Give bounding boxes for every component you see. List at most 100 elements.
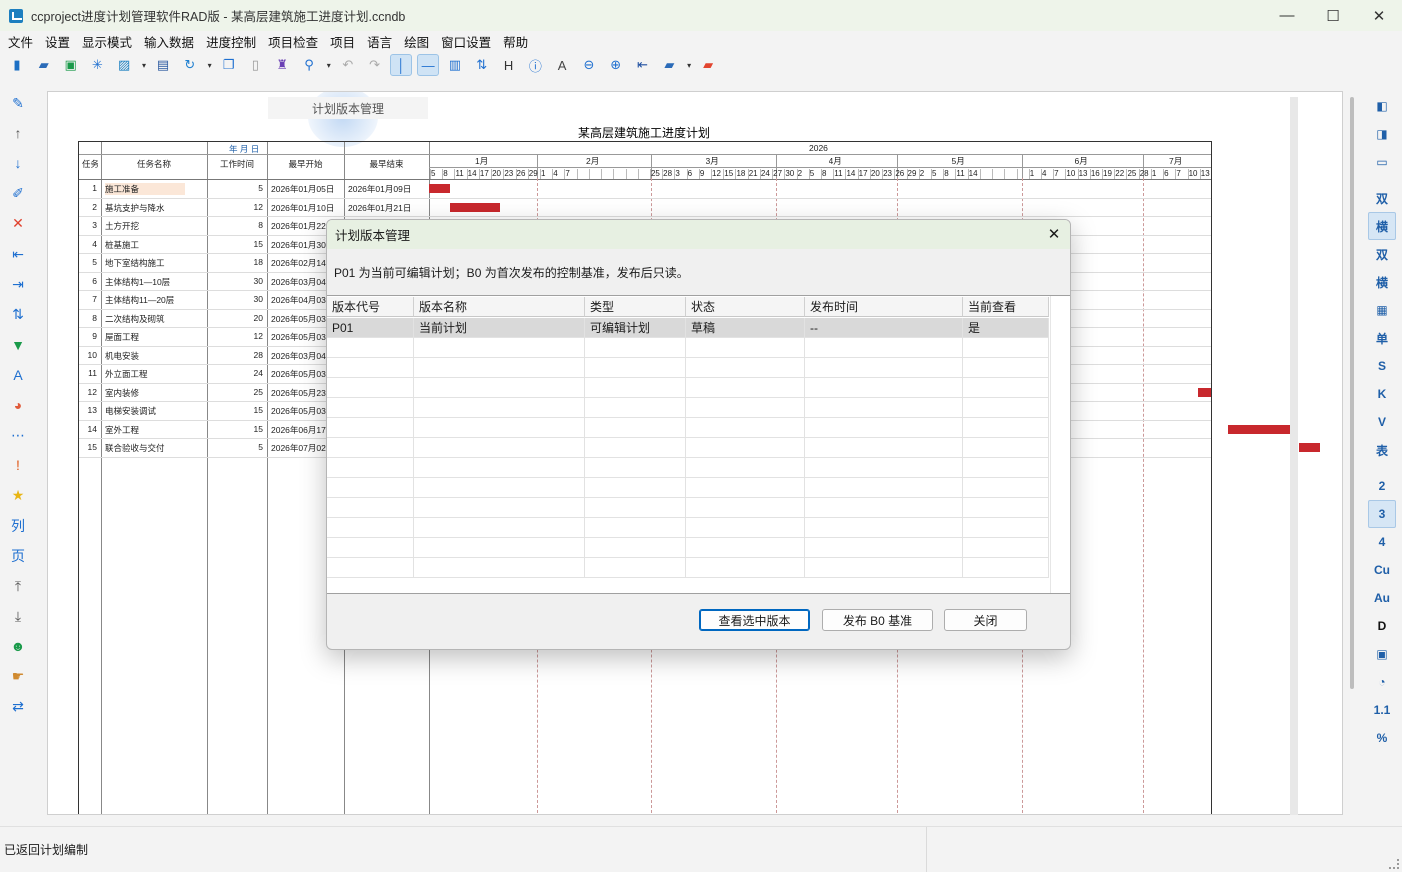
- task-bar[interactable]: [429, 184, 450, 193]
- font-icon[interactable]: A: [0, 360, 36, 390]
- print-icon[interactable]: ▤: [152, 54, 174, 76]
- mode-single-button[interactable]: 单: [1368, 324, 1396, 352]
- hand-icon[interactable]: ☛: [0, 662, 36, 692]
- maximize-button[interactable]: ☐: [1310, 0, 1356, 31]
- move-bottom-icon[interactable]: ⤓: [0, 601, 36, 631]
- decimal-button[interactable]: 1.1: [1368, 696, 1396, 724]
- vertical-line-icon[interactable]: │: [390, 54, 413, 76]
- view-selected-version-button[interactable]: 查看选中版本: [699, 609, 810, 631]
- panel-left-icon[interactable]: ◧: [1368, 92, 1396, 120]
- back-icon[interactable]: ⇤: [632, 54, 654, 76]
- mode-double-alt-button[interactable]: 双: [1368, 240, 1396, 268]
- horizontal-line-icon[interactable]: —: [417, 54, 440, 76]
- dropdown-arrow-icon[interactable]: ▾: [325, 54, 333, 76]
- zoom-out-icon[interactable]: ⊖: [578, 54, 600, 76]
- exclamation-icon[interactable]: !: [0, 450, 36, 480]
- page-icon[interactable]: 页: [0, 541, 36, 571]
- folder-icon[interactable]: ▰: [658, 54, 680, 76]
- grid-column-header[interactable]: 版本名称: [414, 297, 585, 317]
- arrow-down-icon[interactable]: ↓: [0, 148, 36, 178]
- heading-icon[interactable]: H: [498, 54, 520, 76]
- new-file-icon[interactable]: ▮: [6, 54, 28, 76]
- minimize-button[interactable]: —: [1264, 0, 1310, 31]
- au-button[interactable]: Au: [1368, 584, 1396, 612]
- frame-icon[interactable]: ▣: [1368, 640, 1396, 668]
- menu-item[interactable]: 窗口设置: [435, 32, 497, 51]
- resize-grip[interactable]: [1389, 859, 1399, 869]
- filter-icon[interactable]: ▼: [0, 330, 36, 360]
- search-icon[interactable]: ⚲: [298, 54, 320, 76]
- s-button[interactable]: S: [1368, 352, 1396, 380]
- open-folder-icon[interactable]: ▰: [33, 54, 55, 76]
- move-top-icon[interactable]: ⤒: [0, 571, 36, 601]
- grid-column-header[interactable]: 当前查看: [963, 297, 1049, 317]
- vertical-scrollbar[interactable]: [1350, 97, 1354, 689]
- indent-icon[interactable]: ⇥: [0, 269, 36, 299]
- menu-item[interactable]: 项目: [324, 32, 361, 51]
- grid-column-header[interactable]: 类型: [585, 297, 686, 317]
- star-icon[interactable]: ★: [0, 480, 36, 510]
- dots-icon[interactable]: ⋯: [0, 420, 36, 450]
- grid-column-header[interactable]: 状态: [686, 297, 805, 317]
- text-icon[interactable]: A: [551, 54, 573, 76]
- columns-icon[interactable]: ▥: [444, 54, 466, 76]
- arrow-up-icon[interactable]: ↑: [0, 118, 36, 148]
- menu-item[interactable]: 设置: [39, 32, 76, 51]
- table-button[interactable]: 表: [1368, 436, 1396, 464]
- red-folder-icon[interactable]: ▰: [697, 54, 719, 76]
- table-icon[interactable]: ▦: [1368, 296, 1396, 324]
- menu-item[interactable]: 进度控制: [200, 32, 262, 51]
- menu-item[interactable]: 文件: [2, 32, 39, 51]
- save-icon[interactable]: ▣: [60, 54, 82, 76]
- dropdown-arrow-icon[interactable]: ▾: [206, 54, 214, 76]
- cu-button[interactable]: Cu: [1368, 556, 1396, 584]
- copy-icon[interactable]: ❐: [218, 54, 240, 76]
- level-4-button[interactable]: 4: [1368, 528, 1396, 556]
- menu-item[interactable]: 绘图: [398, 32, 435, 51]
- menu-item[interactable]: 帮助: [497, 32, 534, 51]
- mode-horizontal-alt-button[interactable]: 横: [1368, 268, 1396, 296]
- info-icon[interactable]: ⓘ: [524, 54, 546, 76]
- menu-item[interactable]: 显示模式: [76, 32, 138, 51]
- v-button[interactable]: V: [1368, 408, 1396, 436]
- percent-button[interactable]: %: [1368, 724, 1396, 752]
- zoom-in-icon[interactable]: ⊕: [605, 54, 627, 76]
- level-3-button[interactable]: 3: [1368, 500, 1396, 528]
- column-icon[interactable]: 列: [0, 511, 36, 541]
- sort-icon[interactable]: ⇅: [471, 54, 493, 76]
- undo-icon[interactable]: ↶: [337, 54, 359, 76]
- dialog-close-button[interactable]: 关闭: [944, 609, 1027, 631]
- format-painter-icon[interactable]: ♜: [271, 54, 293, 76]
- paste-icon[interactable]: ▯: [244, 54, 266, 76]
- sort-icon[interactable]: ⇅: [0, 299, 36, 329]
- task-bar[interactable]: [1298, 443, 1320, 452]
- pencil-icon[interactable]: ✎: [0, 88, 36, 118]
- k-button[interactable]: K: [1368, 380, 1396, 408]
- delete-icon[interactable]: ✕: [0, 209, 36, 239]
- panel-right-icon[interactable]: ◨: [1368, 120, 1396, 148]
- palette-icon[interactable]: ◕: [0, 390, 36, 420]
- task-bar[interactable]: [1227, 424, 1291, 434]
- refresh-icon[interactable]: ↻: [179, 54, 201, 76]
- canvas-scrollbar[interactable]: [1290, 97, 1298, 815]
- dropdown-arrow-icon[interactable]: ▾: [140, 54, 148, 76]
- dropdown-arrow-icon[interactable]: ▾: [685, 54, 693, 76]
- d-button[interactable]: D: [1368, 612, 1396, 640]
- swap-icon[interactable]: ⇄: [0, 692, 36, 722]
- close-window-button[interactable]: ✕: [1356, 0, 1402, 31]
- publish-baseline-button[interactable]: 发布 B0 基准: [822, 609, 933, 631]
- mode-double-button[interactable]: 双: [1368, 184, 1396, 212]
- grid-scrollbar[interactable]: [1050, 296, 1070, 593]
- image-icon[interactable]: ▨: [113, 54, 135, 76]
- snowflake-icon[interactable]: ✳: [86, 54, 108, 76]
- menu-item[interactable]: 项目检查: [262, 32, 324, 51]
- users-icon[interactable]: ☻: [0, 631, 36, 661]
- grid-column-header[interactable]: 发布时间: [805, 297, 963, 317]
- grid-row-selected[interactable]: P01 当前计划 可编辑计划 草稿 -- 是: [327, 318, 1049, 338]
- panel-bottom-icon[interactable]: ▭: [1368, 148, 1396, 176]
- grid-column-header[interactable]: 版本代号: [327, 297, 414, 317]
- redo-icon[interactable]: ↷: [364, 54, 386, 76]
- comment-icon[interactable]: ◔: [1368, 668, 1396, 696]
- task-bar[interactable]: [449, 202, 501, 212]
- level-2-button[interactable]: 2: [1368, 472, 1396, 500]
